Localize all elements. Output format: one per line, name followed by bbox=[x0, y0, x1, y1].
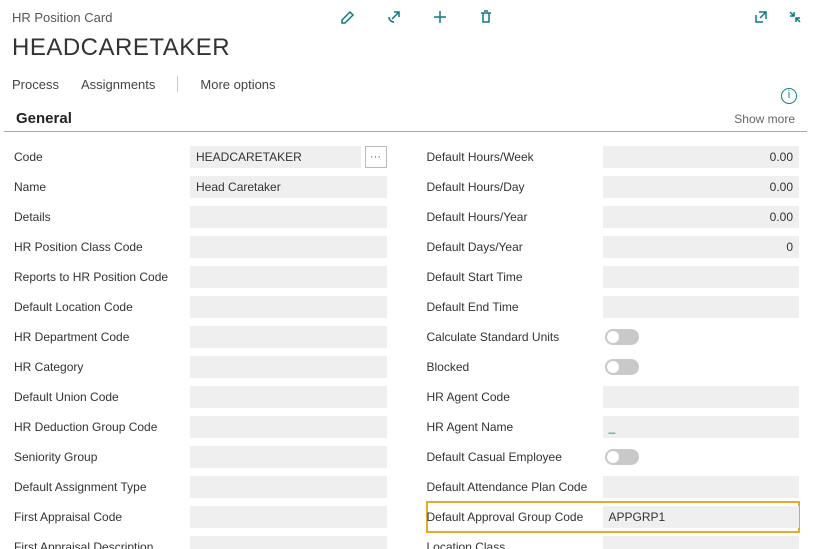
label-attendance-plan: Default Attendance Plan Code bbox=[427, 480, 603, 494]
label-start-time: Default Start Time bbox=[427, 270, 603, 284]
label-location-class: Location Class bbox=[427, 540, 603, 549]
label-category: HR Category bbox=[14, 360, 190, 374]
label-union-code: Default Union Code bbox=[14, 390, 190, 404]
field-approval-group[interactable]: APPGRP1 bbox=[603, 506, 800, 528]
highlighted-approval-group-row: Default Approval Group CodeAPPGRP1 bbox=[427, 502, 800, 532]
label-name: Name bbox=[14, 180, 190, 194]
field-class-code[interactable] bbox=[190, 236, 387, 258]
field-hours-day[interactable]: 0.00 bbox=[603, 176, 800, 198]
share-icon[interactable] bbox=[386, 9, 402, 25]
field-name[interactable]: Head Caretaker bbox=[190, 176, 387, 198]
right-column: Default Hours/Week0.00 Default Hours/Day… bbox=[427, 142, 800, 549]
section-general-title: General bbox=[16, 110, 72, 127]
action-assignments[interactable]: Assignments bbox=[81, 77, 155, 92]
action-process[interactable]: Process bbox=[12, 77, 59, 92]
label-days-year: Default Days/Year bbox=[427, 240, 603, 254]
field-category[interactable] bbox=[190, 356, 387, 378]
field-union-code[interactable] bbox=[190, 386, 387, 408]
left-column: Code HEADCARETAKER ··· NameHead Caretake… bbox=[14, 142, 387, 549]
label-reports-to: Reports to HR Position Code bbox=[14, 270, 190, 284]
lookup-code-button[interactable]: ··· bbox=[365, 146, 387, 168]
field-start-time[interactable] bbox=[603, 266, 800, 288]
field-location-code[interactable] bbox=[190, 296, 387, 318]
info-icon[interactable]: i bbox=[781, 88, 797, 104]
action-more-options[interactable]: More options bbox=[200, 77, 275, 92]
field-days-year[interactable]: 0 bbox=[603, 236, 800, 258]
command-bar: Process Assignments More options bbox=[0, 70, 813, 102]
field-appraisal-code[interactable] bbox=[190, 506, 387, 528]
field-hours-year[interactable]: 0.00 bbox=[603, 206, 800, 228]
label-agent-code: HR Agent Code bbox=[427, 390, 603, 404]
field-assignment-type[interactable] bbox=[190, 476, 387, 498]
field-agent-name[interactable]: _ bbox=[603, 416, 800, 438]
label-hours-day: Default Hours/Day bbox=[427, 180, 603, 194]
popout-icon[interactable] bbox=[753, 9, 769, 25]
label-casual-employee: Default Casual Employee bbox=[427, 450, 603, 464]
label-appraisal-code: First Appraisal Code bbox=[14, 510, 190, 524]
label-agent-name: HR Agent Name bbox=[427, 420, 603, 434]
collapse-icon[interactable] bbox=[787, 9, 803, 25]
edit-icon[interactable] bbox=[340, 9, 356, 25]
label-approval-group: Default Approval Group Code bbox=[427, 510, 603, 524]
field-department-code[interactable] bbox=[190, 326, 387, 348]
delete-icon[interactable] bbox=[478, 9, 494, 25]
label-deduction-group: HR Deduction Group Code bbox=[14, 420, 190, 434]
label-hours-year: Default Hours/Year bbox=[427, 210, 603, 224]
separator bbox=[177, 76, 178, 92]
window-title: HR Position Card bbox=[8, 10, 112, 25]
toggle-blocked[interactable] bbox=[605, 359, 639, 375]
label-assignment-type: Default Assignment Type bbox=[14, 480, 190, 494]
new-icon[interactable] bbox=[432, 9, 448, 25]
field-details[interactable] bbox=[190, 206, 387, 228]
content-scroll[interactable]: General Show more Code HEADCARETAKER ···… bbox=[0, 110, 813, 549]
field-appraisal-desc[interactable] bbox=[190, 536, 387, 549]
label-details: Details bbox=[14, 210, 190, 224]
label-end-time: Default End Time bbox=[427, 300, 603, 314]
field-agent-code[interactable] bbox=[603, 386, 800, 408]
label-appraisal-desc: First Appraisal Description bbox=[14, 540, 190, 549]
field-deduction-group[interactable] bbox=[190, 416, 387, 438]
field-seniority-group[interactable] bbox=[190, 446, 387, 468]
toggle-casual-employee[interactable] bbox=[605, 449, 639, 465]
label-calc-std-units: Calculate Standard Units bbox=[427, 330, 603, 344]
label-hours-week: Default Hours/Week bbox=[427, 150, 603, 164]
field-reports-to[interactable] bbox=[190, 266, 387, 288]
show-more-link[interactable]: Show more bbox=[734, 112, 795, 126]
label-seniority-group: Seniority Group bbox=[14, 450, 190, 464]
label-department-code: HR Department Code bbox=[14, 330, 190, 344]
field-attendance-plan[interactable] bbox=[603, 476, 800, 498]
field-location-class[interactable] bbox=[603, 536, 800, 549]
field-code[interactable]: HEADCARETAKER bbox=[190, 146, 361, 168]
label-class-code: HR Position Class Code bbox=[14, 240, 190, 254]
toggle-calc-std-units[interactable] bbox=[605, 329, 639, 345]
label-location-code: Default Location Code bbox=[14, 300, 190, 314]
field-end-time[interactable] bbox=[603, 296, 800, 318]
label-code: Code bbox=[14, 150, 190, 164]
field-hours-week[interactable]: 0.00 bbox=[603, 146, 800, 168]
label-blocked: Blocked bbox=[427, 360, 603, 374]
page-title: HEADCARETAKER bbox=[0, 34, 813, 70]
